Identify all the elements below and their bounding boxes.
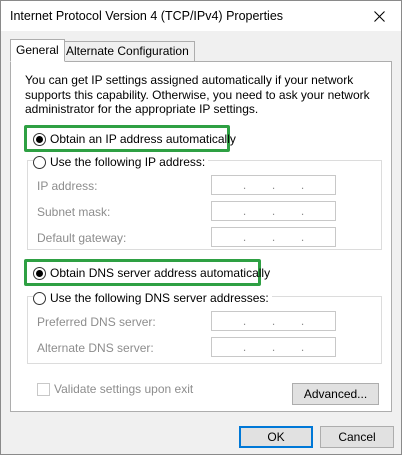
default-gateway-label: Default gateway: (37, 231, 127, 245)
subnet-mask-label: Subnet mask: (37, 205, 111, 219)
obtain-ip-automatically-radio[interactable]: Obtain an IP address automatically (33, 131, 236, 147)
radio-selected-dot (36, 269, 43, 277)
description-text: You can get IP settings assigned automat… (25, 73, 370, 116)
alternate-dns-label: Alternate DNS server: (37, 341, 154, 355)
tab-alternate-configuration[interactable]: Alternate Configuration (60, 41, 195, 62)
tab-general[interactable]: General (10, 39, 65, 62)
obtain-ip-automatically-label: Obtain an IP address automatically (50, 132, 236, 146)
ip-address-label: IP address: (37, 179, 98, 193)
tcpip-properties-dialog: Internet Protocol Version 4 (TCP/IPv4) P… (0, 0, 402, 455)
cancel-button[interactable]: Cancel (320, 426, 394, 448)
ip-address-input[interactable]: ... (211, 175, 336, 195)
preferred-dns-input[interactable]: ... (211, 311, 336, 331)
ok-button[interactable]: OK (239, 426, 313, 448)
title-bar[interactable]: Internet Protocol Version 4 (TCP/IPv4) P… (1, 1, 401, 31)
alternate-dns-input[interactable]: ... (211, 337, 336, 357)
validate-settings-label: Validate settings upon exit (54, 382, 194, 396)
obtain-dns-automatically-radio[interactable]: Obtain DNS server address automatically (33, 265, 270, 281)
radio-circle (33, 155, 46, 169)
window-title: Internet Protocol Version 4 (TCP/IPv4) P… (10, 9, 284, 23)
obtain-dns-automatically-label: Obtain DNS server address automatically (50, 266, 271, 280)
validate-settings-checkbox[interactable]: Validate settings upon exit (37, 382, 193, 396)
subnet-mask-input[interactable]: ... (211, 201, 336, 221)
default-gateway-input[interactable]: ... (211, 227, 336, 247)
radio-circle (33, 291, 46, 305)
advanced-button[interactable]: Advanced... (292, 383, 379, 405)
use-following-dns-radio[interactable]: Use the following DNS server addresses: (33, 290, 272, 306)
radio-circle (33, 132, 46, 146)
use-following-dns-label: Use the following DNS server addresses: (50, 291, 269, 305)
radio-selected-dot (36, 135, 43, 143)
checkbox-box (37, 382, 50, 396)
general-tab-panel: You can get IP settings assigned automat… (10, 61, 392, 412)
use-following-ip-label: Use the following IP address: (50, 155, 206, 169)
use-following-ip-radio[interactable]: Use the following IP address: (33, 154, 209, 170)
preferred-dns-label: Preferred DNS server: (37, 315, 156, 329)
radio-circle (33, 266, 46, 280)
close-button[interactable] (357, 1, 401, 31)
close-icon (373, 10, 385, 22)
